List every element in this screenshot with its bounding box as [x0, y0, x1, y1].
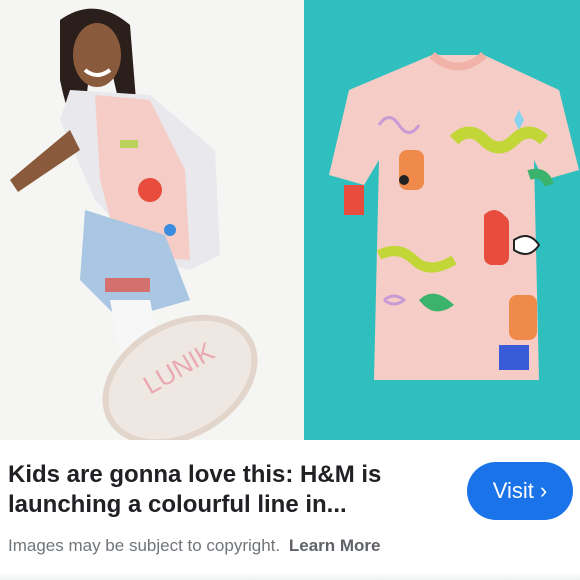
model-illustration: LUNIK	[0, 0, 304, 440]
result-title[interactable]: Kids are gonna love this: H&M is launchi…	[8, 460, 448, 520]
tshirt-illustration	[304, 0, 580, 440]
chevron-right-icon: ›	[539, 478, 548, 503]
model-photo[interactable]: LUNIK	[0, 0, 304, 440]
copyright-text: Images may be subject to copyright.	[8, 536, 281, 555]
learn-more-link[interactable]: Learn More	[289, 536, 381, 555]
product-photo[interactable]	[304, 0, 580, 440]
visit-button[interactable]: Visit ›	[467, 462, 573, 520]
image-preview[interactable]: LUNIK	[0, 0, 580, 440]
visit-label: Visit	[492, 478, 534, 503]
bottom-divider	[0, 572, 580, 580]
copyright-notice: Images may be subject to copyright. Lear…	[8, 536, 381, 556]
